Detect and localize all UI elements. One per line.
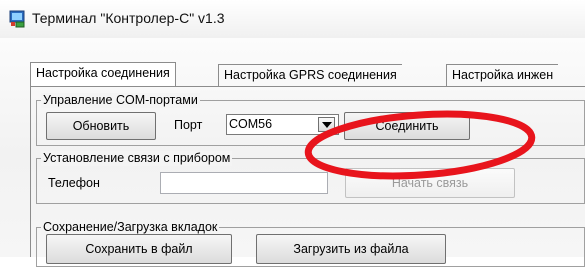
port-select-value: COM56 <box>229 117 273 131</box>
tab-engineering-settings[interactable]: Настройка инжен <box>446 64 559 86</box>
panel-left-border <box>30 86 31 257</box>
save-load-legend: Сохранение/Загрузка вкладок <box>41 220 220 235</box>
window-title: Терминал "Контролер-С" v1.3 <box>32 10 225 26</box>
tab-gprs-settings[interactable]: Настройка GPRS соединения <box>218 64 402 86</box>
com-ports-legend: Управление COM-портами <box>41 93 200 108</box>
load-from-file-button[interactable]: Загрузить из файла <box>256 234 446 264</box>
refresh-button[interactable]: Обновить <box>46 112 156 140</box>
connect-button[interactable]: Соединить <box>344 112 470 140</box>
device-link-legend: Установление связи с прибором <box>41 151 233 166</box>
chevron-down-icon <box>322 122 332 128</box>
phone-label: Телефон <box>48 176 100 190</box>
tab-strip-divider <box>30 86 585 87</box>
port-label: Порт <box>174 118 203 132</box>
port-select[interactable]: COM56 <box>226 114 339 135</box>
title-bar[interactable]: Терминал "Контролер-С" v1.3 <box>0 0 585 38</box>
phone-input[interactable] <box>160 172 328 194</box>
tab-connection-settings[interactable]: Настройка соединения <box>30 62 176 87</box>
port-dropdown-button[interactable] <box>318 117 335 132</box>
start-link-button[interactable]: Начать связь <box>345 168 515 198</box>
app-window: Терминал "Контролер-С" v1.3 Настройка со… <box>0 0 585 267</box>
save-to-file-button[interactable]: Сохранить в файл <box>46 234 232 264</box>
terminal-app-icon <box>9 10 25 28</box>
